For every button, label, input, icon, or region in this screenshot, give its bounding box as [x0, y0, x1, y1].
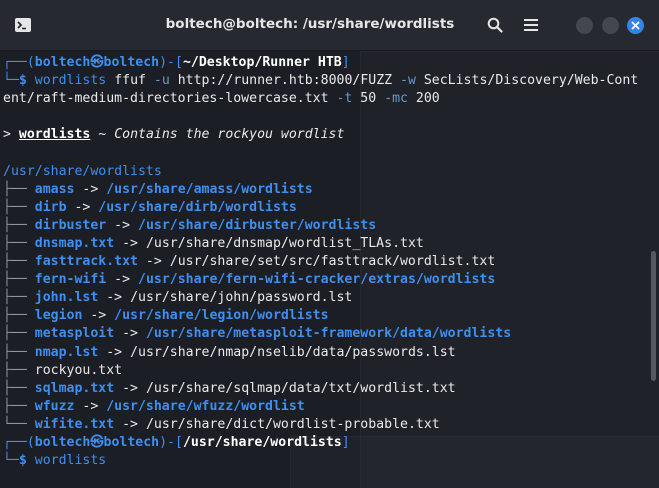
tree-entry: ├── fern-wifi -> /usr/share/fern-wifi-cr…: [3, 271, 651, 289]
close-icon: [631, 21, 640, 30]
tree-entry: ├── metasploit -> /usr/share/metasploit-…: [3, 325, 651, 343]
symlink-target: /usr/share/legion/wordlists: [114, 308, 329, 324]
symlink-name: dirb: [34, 199, 67, 215]
tree-branch: ├──: [3, 272, 35, 288]
terminal-body[interactable]: ┌──(boltech㉿boltech)-[~/Desktop/Runner H…: [0, 51, 659, 488]
symlink-arrow: ->: [74, 181, 107, 197]
symlink-arrow: ->: [66, 199, 99, 215]
prompt-cwd-2: /usr/share/wordlists: [182, 434, 342, 450]
symlink-target: /usr/share/amass/wordlists: [106, 181, 313, 197]
tree-entry: └── wifite.txt -> /usr/share/dict/wordli…: [3, 416, 651, 434]
tree-branch: ├──: [3, 344, 35, 360]
tree-entries: ├── amass -> /usr/share/amass/wordlists ├…: [3, 181, 651, 434]
minimize-button[interactable]: [576, 17, 593, 34]
close-button[interactable]: [627, 17, 644, 34]
command-line: └─$ wordlists ffuf -u http://runner.htb:…: [3, 73, 639, 89]
symlink-name: wifite.txt: [34, 416, 115, 432]
tree-branch: ├──: [3, 362, 35, 378]
tree-branch: ├──: [3, 326, 35, 342]
symlink-arrow: ->: [106, 217, 138, 233]
symlink-target: /usr/share/wfuzz/wordlist: [106, 398, 305, 414]
symlink-arrow: ->: [114, 235, 146, 251]
symlink-name: fasttrack.txt: [34, 254, 138, 270]
tree-entry: ├── sqlmap.txt -> /usr/share/sqlmap/data…: [3, 380, 651, 398]
tree-entry: ├── amass -> /usr/share/amass/wordlists: [3, 181, 651, 199]
symlink-target: /usr/share/john/password.lst: [130, 290, 353, 306]
tree-entry: ├── john.lst -> /usr/share/john/password…: [3, 289, 651, 307]
tree-entry: ├── wfuzz -> /usr/share/wfuzz/wordlist: [3, 398, 651, 416]
symlink-arrow: ->: [114, 380, 146, 396]
tree-entry: ├── rockyou.txt: [3, 362, 651, 380]
terminal-window: boltech@boltech: /usr/share/wordlists ┌─…: [0, 0, 659, 488]
symlink-arrow: ->: [98, 344, 131, 360]
symlink-target: /usr/share/fern-wifi-cracker/extras/word…: [138, 272, 496, 288]
tree-branch: ├──: [3, 398, 35, 414]
symlink-arrow: ->: [74, 398, 107, 414]
symlink-target: /usr/share/dict/wordlist-probable.txt: [145, 416, 440, 432]
tree-entry: ├── dirbuster -> /usr/share/dirbuster/wo…: [3, 217, 651, 235]
symlink-arrow: ->: [114, 326, 146, 342]
tree-root: /usr/share/wordlists: [3, 163, 162, 179]
tree-branch: ├──: [3, 217, 35, 233]
description-line: > wordlists ~ Contains the rockyou wordl…: [3, 127, 345, 143]
terminal-new-tab-icon[interactable]: [10, 12, 36, 38]
tree-branch: ├──: [3, 235, 35, 251]
symlink-target: /usr/share/dnsmap/wordlist_TLAs.txt: [145, 235, 424, 251]
symlink-arrow: ->: [106, 272, 138, 288]
command-line-wrap: ent/raft-medium-directories-lowercase.tx…: [3, 91, 440, 107]
scrollbar[interactable]: [651, 251, 656, 381]
symlink-target: /usr/share/dirbuster/wordlists: [138, 217, 377, 233]
symlink-target: /usr/share/nmap/nselib/data/passwords.ls…: [130, 344, 456, 360]
title-bar: boltech@boltech: /usr/share/wordlists: [0, 0, 659, 51]
prompt-cwd: ~/Desktop/Runner HTB: [182, 55, 342, 70]
tree-entry: ├── nmap.lst -> /usr/share/nmap/nselib/d…: [3, 344, 651, 362]
tree-branch: └──: [3, 416, 35, 432]
tree-entry: ├── dnsmap.txt -> /usr/share/dnsmap/word…: [3, 235, 651, 253]
file-name: rockyou.txt: [34, 362, 123, 378]
command-line-2: └─$ wordlists: [3, 453, 107, 469]
hamburger-menu-icon[interactable]: [520, 14, 542, 36]
symlink-name: fern-wifi: [34, 272, 107, 288]
window-title: boltech@boltech: /usr/share/wordlists: [165, 16, 455, 32]
symlink-arrow: ->: [82, 308, 115, 324]
symlink-name: metasploit: [34, 326, 115, 342]
tree-branch: ├──: [3, 290, 35, 306]
maximize-button[interactable]: [602, 17, 619, 34]
symlink-target: /usr/share/metasploit-framework/data/wor…: [145, 326, 512, 342]
symlink-name: sqlmap.txt: [34, 380, 115, 396]
tree-branch: ├──: [3, 199, 35, 215]
symlink-name: nmap.lst: [34, 344, 99, 360]
tree-entry: ├── fasttrack.txt -> /usr/share/set/src/…: [3, 253, 651, 271]
symlink-target: /usr/share/sqlmap/data/txt/wordlist.txt: [145, 380, 456, 396]
tree-branch: ├──: [3, 254, 35, 270]
symlink-target: /usr/share/set/src/fasttrack/wordlist.tx…: [169, 254, 496, 270]
symlink-name: amass: [34, 181, 75, 197]
symlink-target: /usr/share/dirb/wordlists: [98, 199, 297, 215]
symlink-name: legion: [34, 308, 83, 324]
tree-entry: ├── dirb -> /usr/share/dirb/wordlists: [3, 199, 651, 217]
tree-branch: ├──: [3, 181, 35, 197]
symlink-name: dnsmap.txt: [34, 235, 115, 251]
tree-entry: ├── legion -> /usr/share/legion/wordlist…: [3, 307, 651, 325]
symlink-name: dirbuster: [34, 217, 107, 233]
symlink-arrow: ->: [98, 290, 131, 306]
search-icon[interactable]: [484, 14, 506, 36]
tree-branch: ├──: [3, 380, 35, 396]
prompt-line: ┌──(boltech㉿boltech)-[~/Desktop/Runner H…: [3, 55, 350, 70]
symlink-arrow: ->: [114, 416, 146, 432]
symlink-arrow: ->: [137, 254, 170, 270]
terminal-output: ┌──(boltech㉿boltech)-[~/Desktop/Runner H…: [3, 54, 651, 470]
symlink-name: john.lst: [34, 290, 99, 306]
prompt-line-2: ┌──(boltech㉿boltech)-[/usr/share/wordlis…: [3, 434, 350, 450]
symlink-name: wfuzz: [34, 398, 75, 414]
tree-branch: ├──: [3, 308, 35, 324]
